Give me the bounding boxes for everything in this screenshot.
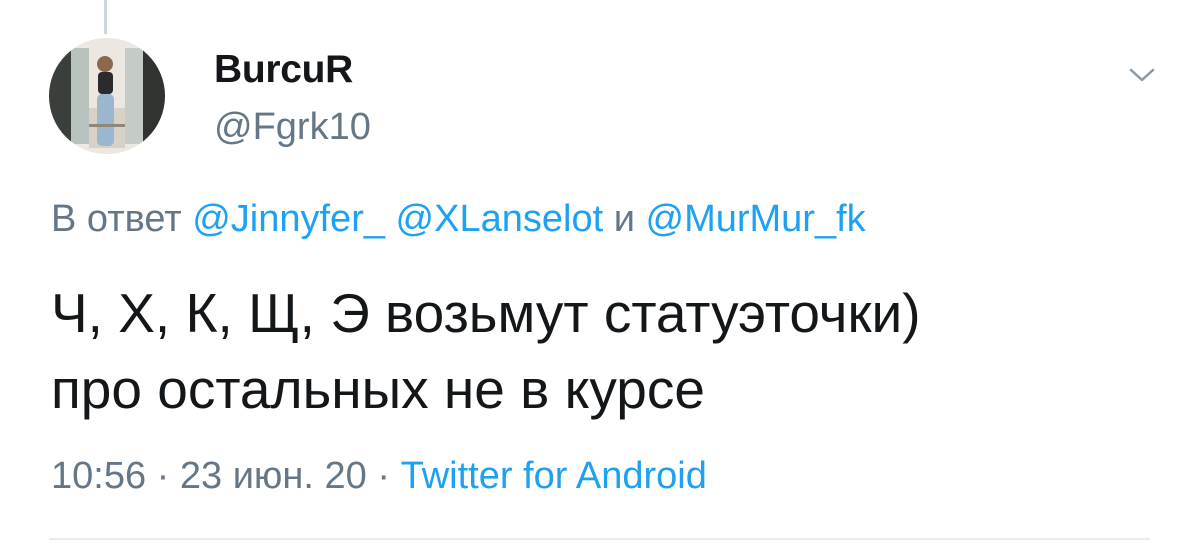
avatar[interactable] — [49, 38, 165, 154]
tweet-date[interactable]: 23 июн. 20 — [180, 455, 367, 497]
meta-separator: · — [377, 455, 391, 497]
reply-prefix: В ответ — [51, 198, 182, 240]
meta-separator: · — [156, 455, 170, 497]
tweet-text-line: Ч, Х, К, Щ, Э возьмут статуэточки) — [51, 282, 921, 344]
tweet-text-line: про остальных не в курсе — [51, 358, 705, 420]
thread-connector-line — [104, 0, 107, 34]
tweet-time[interactable]: 10:56 — [51, 455, 146, 497]
mention-link[interactable]: @Jinnyfer_ — [192, 198, 385, 240]
mention-link[interactable]: @XLanselot — [396, 198, 604, 240]
mention-link[interactable]: @MurMur_fk — [646, 198, 866, 240]
tweet-meta: 10:56 · 23 июн. 20 · Twitter for Android — [51, 455, 707, 498]
reply-context: В ответ @Jinnyfer_ @XLanselot и @MurMur_… — [51, 198, 866, 241]
tweet-source-link[interactable]: Twitter for Android — [401, 455, 707, 497]
user-handle[interactable]: @Fgrk10 — [214, 106, 371, 149]
reply-conjunction: и — [613, 198, 635, 240]
avatar-photo — [49, 38, 165, 154]
tweet-text: Ч, Х, К, Щ, Э возьмут статуэточки) про о… — [51, 275, 1171, 427]
divider — [49, 538, 1150, 540]
chevron-down-icon[interactable] — [1124, 60, 1160, 90]
display-name[interactable]: BurcuR — [214, 48, 353, 92]
